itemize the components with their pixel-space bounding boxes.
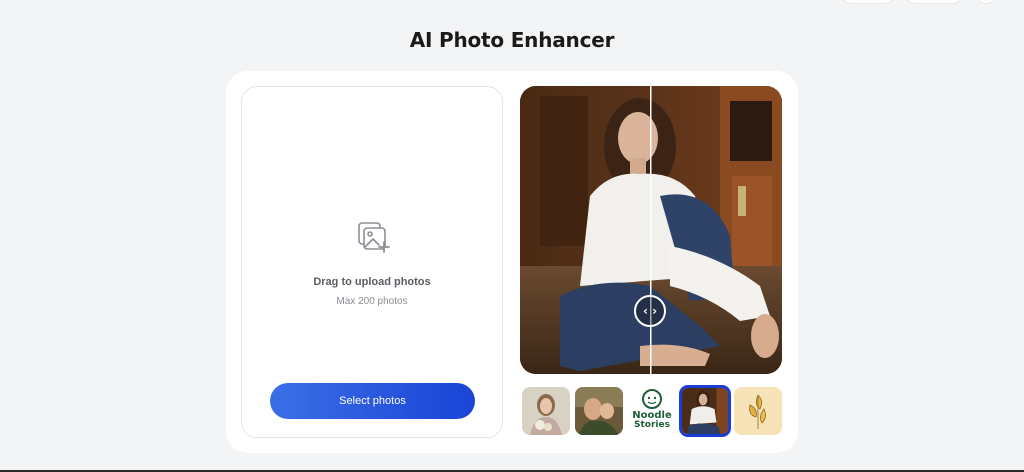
page-title: AI Photo Enhancer [409,28,615,52]
select-photos-button[interactable]: Select photos [270,383,475,419]
image-upload-icon [356,220,392,256]
header-button-1[interactable] [842,0,894,4]
sample-thumbnail-girl-with-flowers[interactable] [522,387,570,435]
upload-dropzone[interactable]: Drag to upload photos Max 200 photos Sel… [241,86,503,438]
comparison-slider-handle[interactable]: ‹ › [634,295,666,327]
enhancer-card: Drag to upload photos Max 200 photos Sel… [226,71,798,453]
upload-title: Drag to upload photos [313,276,431,288]
header-button-3[interactable] [976,0,996,4]
sample-thumbnail-woman-sitting-selected[interactable] [679,385,731,437]
before-after-comparison[interactable]: ‹ › [520,86,782,374]
header-button-2[interactable] [906,0,962,4]
site-logo[interactable] [30,0,90,4]
noodle-logo-title2: Stories [634,420,670,430]
comparison-photo [520,86,782,374]
upload-subtitle: Max 200 photos [336,296,408,307]
sample-thumbnail-noodle-stories-logo[interactable]: Noodle Stories [628,387,676,435]
left-right-arrows-icon: ‹ › [642,304,658,318]
sample-thumbnail-father-and-child[interactable] [575,387,623,435]
sample-thumbnail-yellow-leaf-sketch[interactable] [734,387,782,435]
sample-thumbnails: Noodle Stories [522,385,784,437]
